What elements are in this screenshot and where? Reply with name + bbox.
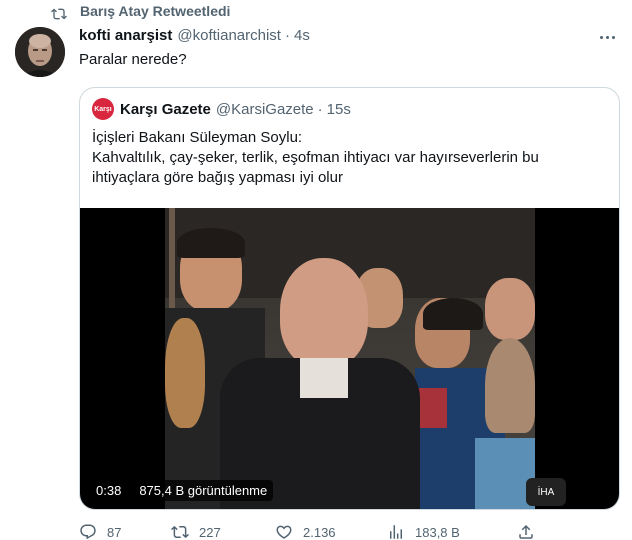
retweet-count: 227 <box>199 524 221 540</box>
avatar-image <box>15 27 65 77</box>
reply-count: 87 <box>107 524 122 540</box>
quote-tweet-card[interactable]: Karşı Karşı Gazete @KarsiGazete · 15s İç… <box>79 87 620 510</box>
like-count: 2.136 <box>303 524 336 540</box>
microphone-logo: İHA <box>526 478 566 506</box>
retweet-action-icon <box>171 525 189 539</box>
separator-dot: · <box>317 100 323 118</box>
share-icon <box>519 524 533 539</box>
tweet-actions: 87 227 2.136 183,8 B <box>79 524 620 540</box>
quote-line: Kahvaltılık, çay-şeker, terlik, eşofman … <box>92 149 539 166</box>
tweet-header: kofti anarşist @koftianarchist · 4s <box>79 27 310 47</box>
tweet-time[interactable]: 4s <box>294 27 310 44</box>
views-icon <box>390 525 402 539</box>
display-name[interactable]: kofti anarşist <box>79 27 172 44</box>
retweet-icon <box>51 8 67 20</box>
quote-display-name: Karşı Gazete <box>120 100 211 118</box>
more-icon[interactable] <box>596 27 618 47</box>
like-button[interactable]: 2.136 <box>275 524 336 540</box>
retweet-button[interactable]: 227 <box>171 524 221 540</box>
retweet-label[interactable]: Barış Atay Retweetledi <box>80 3 230 19</box>
quote-line: ihtiyaçlara göre bağış yapması iyi olur <box>92 169 343 186</box>
views-count: 183,8 B <box>415 524 460 540</box>
quote-line: İçişleri Bakanı Süleyman Soylu: <box>92 129 303 146</box>
quote-header: Karşı Karşı Gazete @KarsiGazete · 15s <box>92 98 351 120</box>
video-views: 875,4 B görüntülenme <box>133 480 274 501</box>
video-duration: 0:38 <box>90 480 128 501</box>
avatar[interactable] <box>15 27 65 77</box>
reply-icon <box>80 524 96 540</box>
user-handle[interactable]: @koftianarchist <box>177 27 281 44</box>
quote-time: 15s <box>326 100 351 118</box>
video-frame <box>165 208 535 509</box>
video-overlay: 0:38 875,4 B görüntülenme <box>90 480 274 501</box>
quote-avatar: Karşı <box>92 98 114 120</box>
video-player[interactable]: 0:38 875,4 B görüntülenme İHA <box>80 208 619 509</box>
separator-dot: · <box>284 27 290 44</box>
tweet-text: Paralar nerede? <box>79 51 187 68</box>
reply-button[interactable]: 87 <box>79 524 121 540</box>
quote-text: İçişleri Bakanı Süleyman Soylu: Kahvaltı… <box>92 128 607 188</box>
share-button[interactable] <box>517 524 545 540</box>
like-icon <box>276 525 292 539</box>
quote-handle: @KarsiGazete <box>215 100 314 118</box>
views-button[interactable]: 183,8 B <box>387 524 460 540</box>
